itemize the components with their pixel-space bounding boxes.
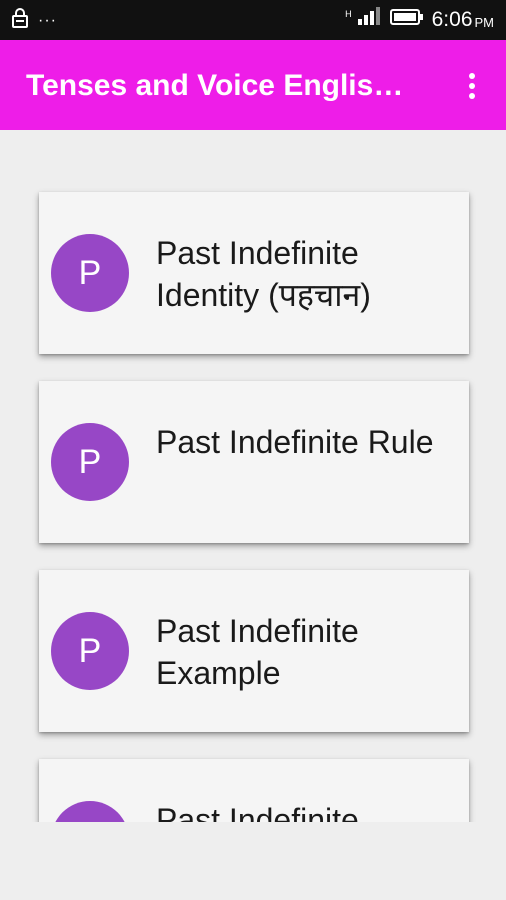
topic-list[interactable]: P Past Indefinite Identity (पहचान) P Pas… [0, 130, 506, 822]
clock-ampm: PM [474, 15, 495, 30]
network-type-label: H [345, 8, 352, 19]
more-vert-icon[interactable] [456, 68, 488, 104]
list-item[interactable]: P Past Indefinite [39, 759, 469, 822]
list-item-label: Past Indefinite Example [156, 613, 359, 691]
app-title: Tenses and Voice English… [26, 69, 416, 102]
avatar: P [51, 423, 129, 501]
avatar: P [51, 801, 129, 822]
battery-icon [389, 7, 424, 32]
notification-dots: ··· [38, 11, 57, 29]
status-bar: ··· H 6:06 PM [0, 0, 506, 40]
avatar: P [51, 612, 129, 690]
signal-icon [356, 7, 382, 32]
list-item[interactable]: P Past Indefinite Identity (पहचान) [39, 192, 469, 354]
list-item-label: Past Indefinite Rule [156, 424, 434, 460]
app-bar: Tenses and Voice English… [0, 40, 506, 130]
list-item[interactable]: P Past Indefinite Rule [39, 381, 469, 543]
lock-icon [12, 8, 28, 33]
list-item-label: Past Indefinite [156, 802, 359, 822]
avatar: P [51, 234, 129, 312]
list-item[interactable]: P Past Indefinite Example [39, 570, 469, 732]
list-item-label: Past Indefinite Identity (पहचान) [156, 235, 371, 313]
clock-time: 6:06 [431, 7, 473, 31]
